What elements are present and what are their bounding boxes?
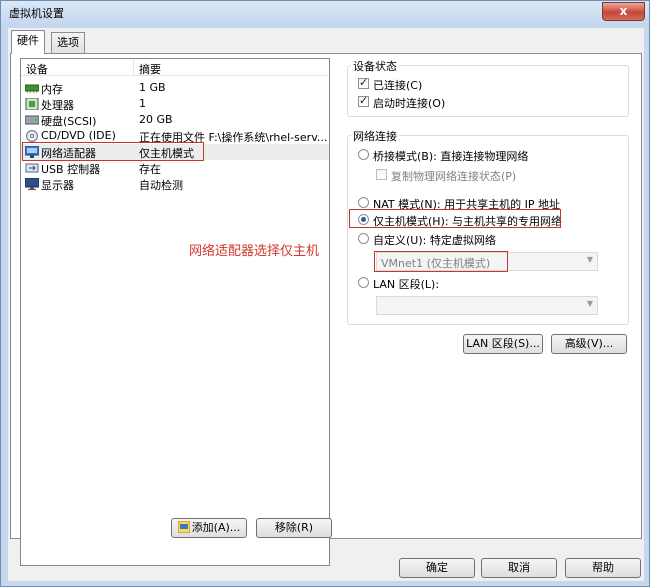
- device-list-header: 设备 摘要: [21, 59, 329, 76]
- device-name: 硬盘(SCSI): [41, 115, 97, 128]
- radio-dot[interactable]: [358, 233, 369, 244]
- device-name: 显示器: [41, 179, 74, 192]
- ok-button[interactable]: 确定: [399, 558, 475, 578]
- lan-segment-dropdown[interactable]: ▼: [376, 296, 598, 315]
- column-header-device[interactable]: 设备: [26, 61, 48, 77]
- processor-icon: [25, 97, 39, 111]
- usb-icon: [25, 162, 39, 174]
- radio-dot[interactable]: [358, 149, 369, 160]
- connected-label: 已连接(C): [373, 79, 423, 92]
- custom-label: 自定义(U): 特定虚拟网络: [373, 234, 496, 247]
- checkbox-box[interactable]: [358, 76, 369, 89]
- checkbox-box[interactable]: [376, 169, 387, 180]
- help-button[interactable]: 帮助: [565, 558, 641, 578]
- device-summary: 存在: [139, 163, 161, 176]
- device-name: USB 控制器: [41, 163, 101, 176]
- display-icon: [24, 177, 40, 190]
- close-button[interactable]: x: [602, 2, 645, 21]
- device-name: CD/DVD (IDE): [41, 129, 116, 142]
- device-summary: 1 GB: [139, 81, 166, 94]
- tab-options[interactable]: 选项: [51, 32, 85, 53]
- device-name: 处理器: [41, 99, 74, 112]
- lan-segment-label: LAN 区段(L):: [373, 278, 440, 291]
- device-summary: 20 GB: [139, 113, 173, 126]
- network-connection-title: 网络连接: [351, 128, 399, 144]
- device-summary: 1: [139, 97, 146, 110]
- checkbox-box[interactable]: [358, 94, 369, 107]
- host-only-highlight: [349, 209, 561, 228]
- window-title: 虚拟机设置: [9, 7, 64, 20]
- column-header-summary[interactable]: 摘要: [139, 61, 161, 77]
- add-button-label: 添加(A)...: [191, 521, 241, 534]
- bridged-label: 桥接模式(B): 直接连接物理网络: [373, 150, 529, 163]
- replicate-state-label: 复制物理网络连接状态(P): [391, 170, 517, 183]
- cancel-button[interactable]: 取消: [481, 558, 557, 578]
- chevron-down-icon: ▼: [586, 255, 593, 264]
- memory-icon: [24, 82, 40, 94]
- vmnet-highlight: [374, 251, 508, 272]
- add-button[interactable]: 添加(A)...: [171, 518, 247, 538]
- connect-at-power-on-label: 启动时连接(O): [373, 97, 446, 110]
- cd-dvd-icon: [25, 130, 39, 142]
- advanced-button[interactable]: 高级(V)...: [551, 334, 627, 354]
- device-row-display[interactable]: 显示器 自动检测: [21, 176, 329, 192]
- add-hardware-icon: [177, 520, 191, 534]
- chevron-down-icon: ▼: [586, 299, 593, 308]
- device-row-processor[interactable]: 处理器 1: [21, 96, 329, 112]
- vm-settings-window: 虚拟机设置 x 硬件 选项 设备 摘要 内存 1 GB 处理器 1 硬盘(SCS…: [0, 0, 650, 587]
- hard-disk-icon: [24, 114, 40, 126]
- tab-hardware[interactable]: 硬件: [11, 30, 45, 54]
- remove-button[interactable]: 移除(R): [256, 518, 332, 538]
- lan-segments-button[interactable]: LAN 区段(S)...: [463, 334, 543, 354]
- title-bar[interactable]: 虚拟机设置 x: [1, 1, 649, 27]
- radio-dot[interactable]: [358, 277, 369, 288]
- network-adapter-highlight: [22, 142, 204, 161]
- annotation-text: 网络适配器选择仅主机: [189, 244, 320, 259]
- device-row-hard-disk[interactable]: 硬盘(SCSI) 20 GB: [21, 112, 329, 128]
- device-row-memory[interactable]: 内存 1 GB: [21, 80, 329, 96]
- dialog-body: 硬件 选项 设备 摘要 内存 1 GB 处理器 1 硬盘(SCSI) 20 GB…: [8, 28, 644, 581]
- device-summary: 自动检测: [139, 179, 183, 192]
- radio-dot[interactable]: [358, 197, 369, 208]
- device-row-usb-controller[interactable]: USB 控制器 存在: [21, 160, 329, 176]
- device-name: 内存: [41, 83, 63, 96]
- column-separator: [133, 59, 134, 76]
- device-status-title: 设备状态: [351, 58, 399, 74]
- device-list[interactable]: 设备 摘要 内存 1 GB 处理器 1 硬盘(SCSI) 20 GB CD/DV…: [20, 58, 330, 566]
